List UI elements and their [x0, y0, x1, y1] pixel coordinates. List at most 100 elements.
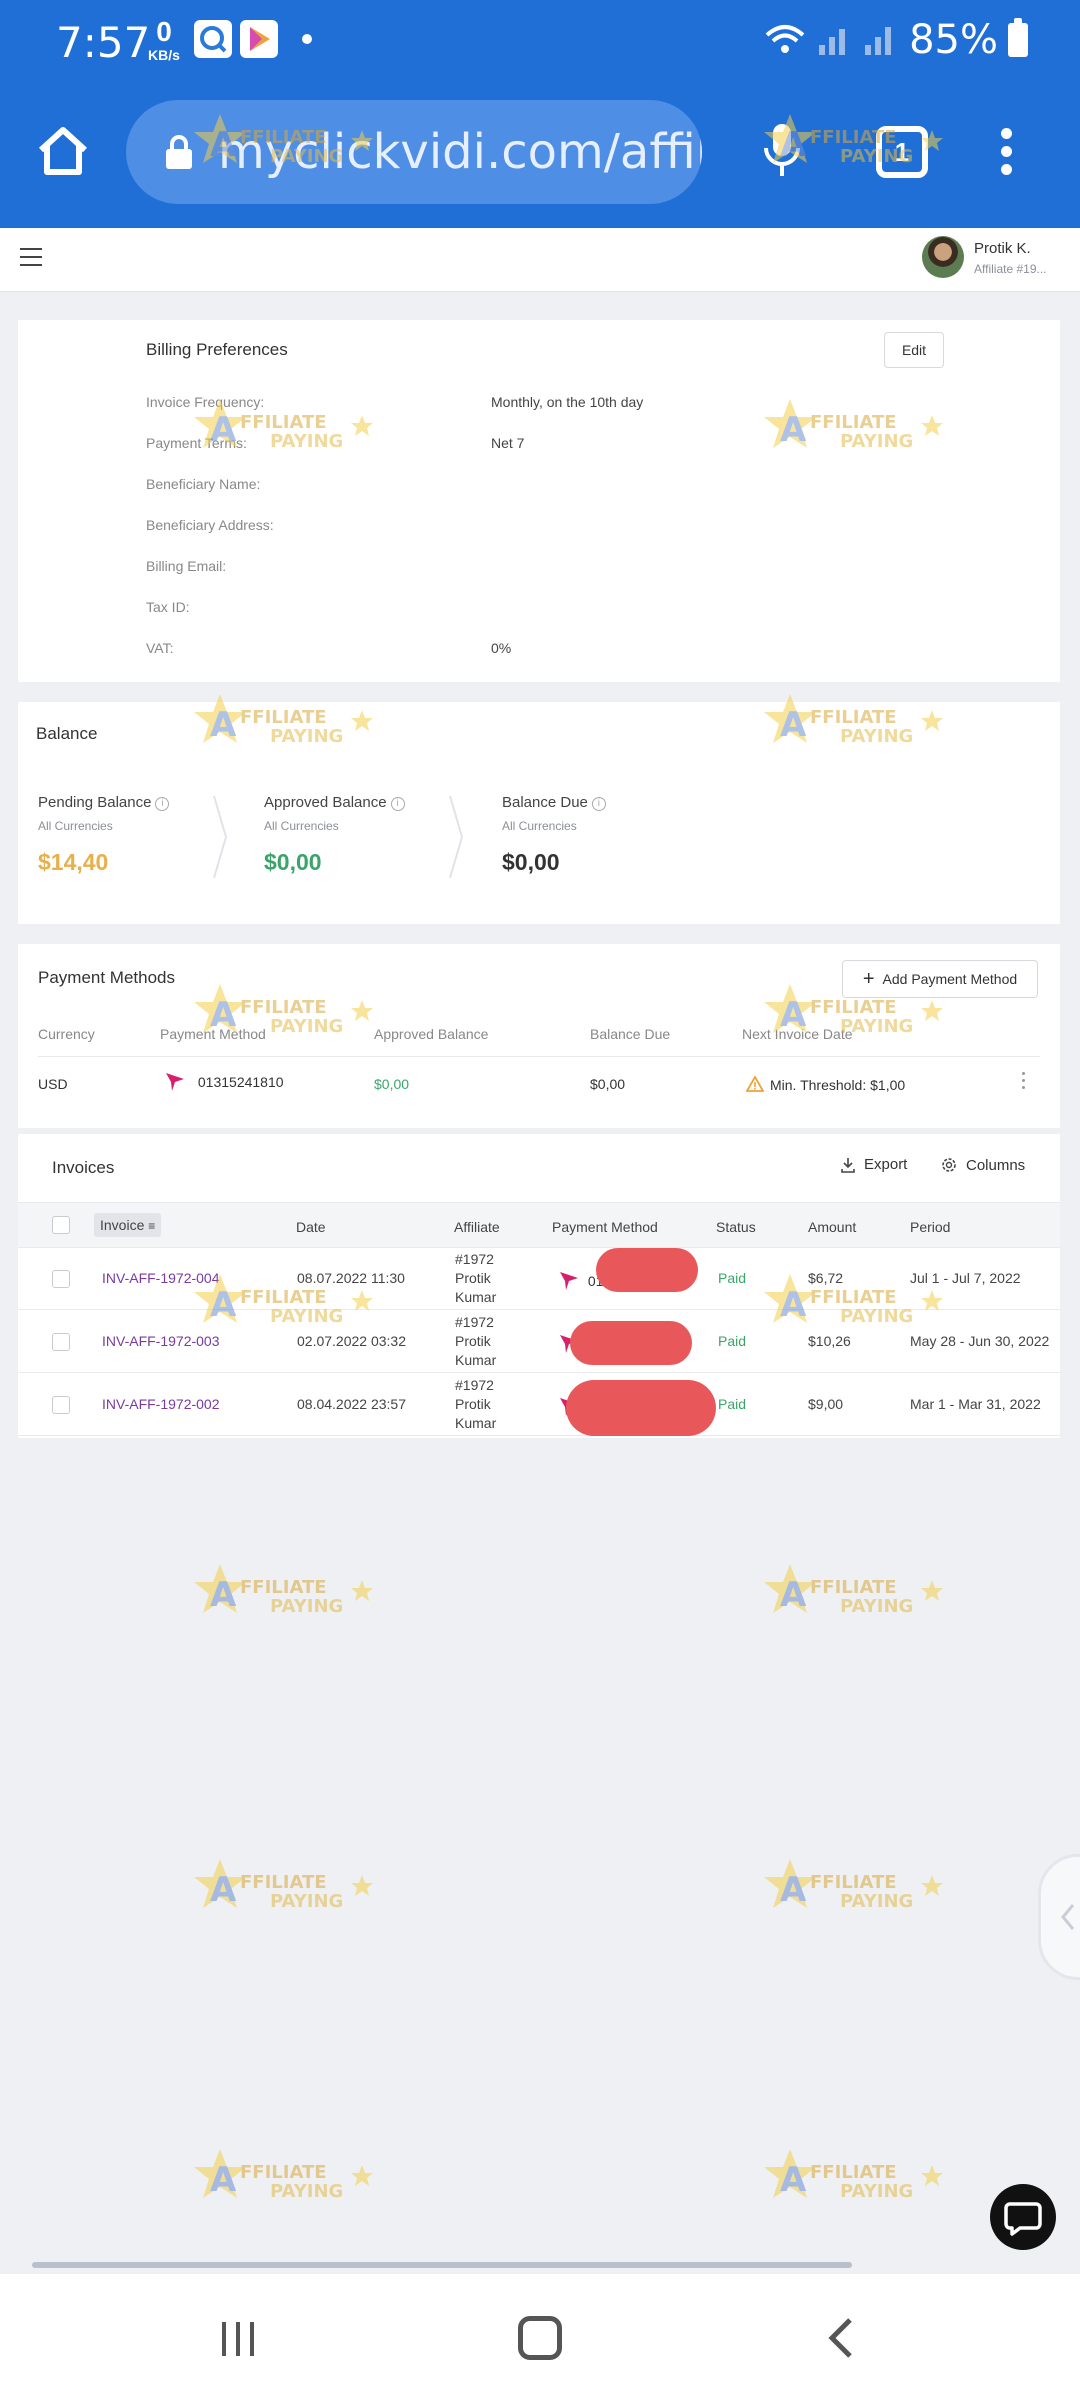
pref-row-beneficiary-name: Beneficiary Name: — [146, 476, 261, 492]
table-row[interactable]: INV-AFF-1972-002 08.04.2022 23:57 #1972 P… — [18, 1374, 1060, 1436]
select-all-checkbox[interactable] — [52, 1216, 70, 1234]
col-invoice[interactable]: Invoice ≡ — [94, 1213, 162, 1237]
status-badge: Paid — [718, 1396, 747, 1412]
svg-text:FFILIATE: FFILIATE — [240, 1872, 327, 1893]
pending-balance-amount: $14,40 — [38, 849, 109, 875]
warning-icon — [746, 1076, 764, 1092]
columns-button[interactable]: Columns — [940, 1156, 1025, 1174]
redaction-mark — [566, 1380, 716, 1436]
balance-due-amount: $0,00 — [502, 849, 560, 875]
invoices-card: Invoices Export Columns Invoice ≡ Date A… — [18, 1134, 1060, 1438]
recent-apps-icon[interactable] — [218, 2318, 258, 2358]
add-payment-method-button[interactable]: + Add Payment Method — [842, 960, 1038, 998]
svg-text:PAYING: PAYING — [270, 1596, 343, 1617]
svg-text:FFILIATE: FFILIATE — [240, 1577, 327, 1598]
balance-title: Balance — [36, 724, 98, 743]
avatar[interactable] — [922, 236, 964, 278]
edit-button[interactable]: Edit — [884, 332, 944, 368]
pref-row-beneficiary-address: Beneficiary Address: — [146, 517, 274, 533]
svg-text:PAYING: PAYING — [270, 2181, 343, 2202]
hamburger-menu-icon[interactable] — [20, 248, 42, 266]
approved-balance-amount: $0,00 — [264, 849, 322, 875]
invoice-link[interactable]: INV-AFF-1972-002 — [102, 1396, 220, 1412]
bkash-icon — [166, 1073, 184, 1091]
notification-dot — [302, 34, 312, 44]
billing-preferences-card: Billing Preferences Edit Invoice Frequen… — [18, 320, 1060, 682]
watermark-logo: A FFILIATEPAYING — [764, 1859, 943, 1912]
watermark-logo: A FFILIATEPAYING — [194, 1859, 373, 1912]
url-bar[interactable]: myclickvidi.com/affilia — [126, 100, 702, 204]
info-icon[interactable]: i — [155, 797, 170, 811]
svg-text:FFILIATE: FFILIATE — [810, 2162, 897, 2183]
col-amount[interactable]: Amount — [808, 1219, 856, 1235]
svg-text:A: A — [210, 1575, 237, 1615]
network-speed: 0 KB/s — [148, 16, 180, 63]
chat-icon — [1004, 2202, 1042, 2236]
col-payment-method[interactable]: Payment Method — [552, 1219, 658, 1235]
invoice-amount: $6,72 — [808, 1270, 844, 1286]
row-checkbox[interactable] — [52, 1396, 70, 1414]
download-icon — [841, 1157, 855, 1173]
battery-percent: 85% — [909, 17, 998, 63]
svg-text:FFILIATE: FFILIATE — [810, 1577, 897, 1598]
col-currency: Currency — [38, 1026, 95, 1042]
pref-row-invoice-frequency: Invoice Frequency: Monthly, on the 10th … — [146, 394, 644, 410]
svg-text:PAYING: PAYING — [270, 1891, 343, 1912]
app-header: Protik K. Affiliate #19... — [0, 228, 1080, 292]
col-date[interactable]: Date — [296, 1219, 326, 1235]
row-more-icon[interactable] — [1020, 1072, 1026, 1092]
invoice-table-header: Invoice ≡ Date Affiliate Payment Method … — [18, 1202, 1060, 1248]
plus-icon: + — [862, 968, 875, 990]
info-icon[interactable]: i — [591, 797, 606, 811]
status-badge: Paid — [718, 1270, 747, 1286]
watermark-logo: A FFILIATEPAYING — [194, 2149, 373, 2202]
table-row[interactable]: INV-AFF-1972-004 08.07.2022 11:30 #1972 P… — [18, 1248, 1060, 1310]
home-icon[interactable] — [36, 124, 90, 178]
mic-icon[interactable] — [762, 120, 802, 180]
col-period[interactable]: Period — [910, 1219, 950, 1235]
horizontal-scrollbar[interactable] — [32, 2262, 852, 2268]
url-text: myclickvidi.com/affilia — [218, 124, 702, 180]
pm-method[interactable]: 01315241810 — [164, 1070, 284, 1092]
user-name[interactable]: Protik K. — [974, 240, 1031, 257]
invoice-date: 02.07.2022 03:32 — [297, 1333, 406, 1349]
back-icon[interactable] — [826, 2316, 856, 2360]
chevron-right-icon — [449, 795, 464, 879]
svg-text:A: A — [210, 2160, 237, 2200]
svg-text:A: A — [780, 2160, 807, 2200]
tabs-icon[interactable]: 1 — [876, 126, 928, 178]
redaction-mark — [596, 1248, 698, 1292]
pref-row-billing-email: Billing Email: — [146, 558, 227, 574]
nav-home-icon[interactable] — [518, 2316, 562, 2360]
watermark-logo: A FFILIATEPAYING — [194, 1564, 373, 1617]
invoice-amount: $10,26 — [808, 1333, 851, 1349]
info-icon[interactable]: i — [390, 797, 405, 811]
invoice-link[interactable]: INV-AFF-1972-003 — [102, 1333, 220, 1349]
side-panel-handle[interactable] — [1038, 1854, 1080, 1980]
invoice-period: May 28 - Jun 30, 2022 — [910, 1333, 1050, 1349]
balance-card: Balance Pending Balance i All Currencies … — [18, 702, 1060, 924]
wifi-icon — [765, 25, 805, 53]
invoice-date: 08.07.2022 11:30 — [297, 1270, 405, 1286]
chat-button[interactable] — [990, 2184, 1056, 2250]
col-affiliate[interactable]: Affiliate — [454, 1219, 500, 1235]
svg-text:PAYING: PAYING — [840, 2181, 913, 2202]
row-checkbox[interactable] — [52, 1270, 70, 1288]
more-menu-icon[interactable] — [998, 128, 1014, 176]
table-row[interactable]: INV-AFF-1972-003 02.07.2022 03:32 #1972 P… — [18, 1311, 1060, 1373]
battery-icon — [1008, 18, 1028, 57]
col-status[interactable]: Status — [716, 1219, 756, 1235]
invoice-link[interactable]: INV-AFF-1972-004 — [102, 1270, 220, 1286]
invoice-affiliate: #1972 Protik Kumar — [455, 1314, 497, 1368]
row-checkbox[interactable] — [52, 1333, 70, 1351]
export-button[interactable]: Export — [840, 1156, 907, 1173]
payment-methods-card: Payment Methods + Add Payment Method Curr… — [18, 944, 1060, 1128]
pref-row-tax-id: Tax ID: — [146, 599, 190, 615]
watermark-logo: A FFILIATEPAYING — [764, 1564, 943, 1617]
pending-balance: Pending Balance i All Currencies $14,40 — [38, 794, 170, 876]
col-payment-method: Payment Method — [160, 1026, 266, 1042]
chevron-left-icon — [1061, 1904, 1075, 1930]
invoice-date: 08.04.2022 23:57 — [297, 1396, 406, 1412]
browser-chrome: 7:57 0 KB/s 85% myclickvidi.com/affilia … — [0, 0, 1080, 228]
svg-text:FFILIATE: FFILIATE — [240, 2162, 327, 2183]
